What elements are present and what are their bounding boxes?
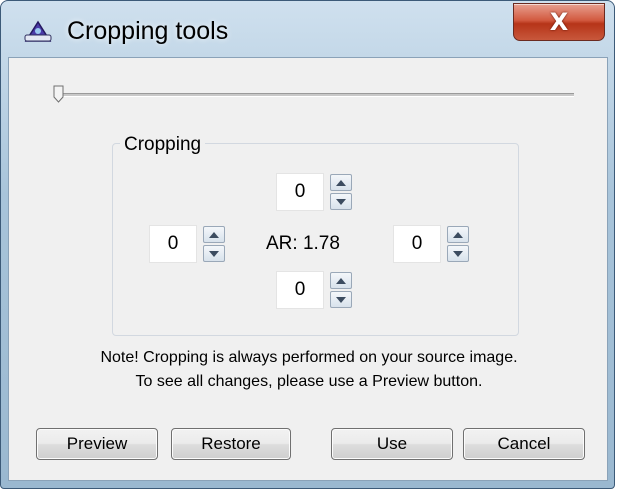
note-line-2: To see all changes, please use a Preview… [135, 373, 483, 390]
arrow-up-icon [336, 277, 346, 284]
crop-top-spinner: 0 [276, 173, 352, 211]
aspect-ratio-label: AR: 1.78 [266, 233, 340, 254]
crop-right-down-button[interactable] [447, 245, 469, 262]
note-line-1: Note! Cropping is always performed on yo… [100, 349, 518, 366]
close-button[interactable]: X [513, 3, 605, 41]
crop-left-input[interactable]: 0 [149, 225, 197, 263]
note-text: Note! Cropping is always performed on yo… [9, 346, 609, 394]
crop-left-spinner: 0 [149, 225, 225, 263]
cancel-button[interactable]: Cancel [463, 428, 585, 460]
crop-bottom-spinner: 0 [276, 271, 352, 309]
arrow-down-icon [453, 250, 463, 257]
crop-top-input[interactable]: 0 [276, 173, 324, 211]
crop-right-input[interactable]: 0 [393, 225, 441, 263]
app-logo-icon [23, 19, 53, 43]
arrow-down-icon [336, 296, 346, 303]
title-bar[interactable]: Cropping tools X [1, 1, 614, 57]
arrow-up-icon [453, 231, 463, 238]
slider-thumb[interactable] [53, 85, 64, 103]
crop-top-up-button[interactable] [330, 174, 352, 191]
crop-top-down-button[interactable] [330, 193, 352, 210]
slider-track[interactable] [59, 93, 574, 97]
cropping-group-label: Cropping [120, 134, 206, 156]
crop-right-spinner: 0 [393, 225, 469, 263]
preview-button[interactable]: Preview [36, 428, 158, 460]
arrow-down-icon [336, 198, 346, 205]
crop-left-down-button[interactable] [203, 245, 225, 262]
restore-button[interactable]: Restore [171, 428, 291, 460]
arrow-up-icon [336, 179, 346, 186]
use-button[interactable]: Use [331, 428, 453, 460]
crop-bottom-down-button[interactable] [330, 291, 352, 308]
crop-right-up-button[interactable] [447, 226, 469, 243]
arrow-up-icon [209, 231, 219, 238]
close-icon: X [549, 8, 569, 36]
crop-bottom-input[interactable]: 0 [276, 271, 324, 309]
window-title: Cropping tools [67, 17, 229, 45]
arrow-down-icon [209, 250, 219, 257]
crop-bottom-up-button[interactable] [330, 272, 352, 289]
dialog-body: Cropping 0 0 AR: 1.78 0 0 Note! Cropping… [8, 57, 608, 481]
dialog-window: Cropping tools X Cropping 0 0 AR: 1.78 0… [0, 0, 615, 489]
crop-left-up-button[interactable] [203, 226, 225, 243]
